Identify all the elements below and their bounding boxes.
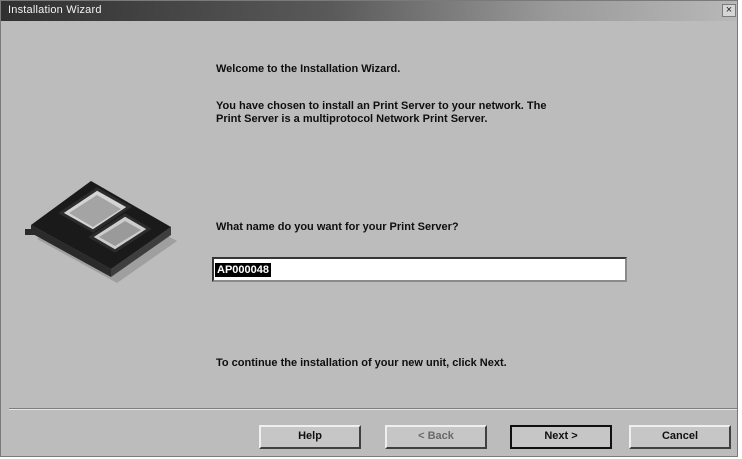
continue-hint: To continue the installation of your new…: [216, 357, 507, 369]
server-name-prompt: What name do you want for your Print Ser…: [216, 221, 459, 233]
cancel-button[interactable]: Cancel: [629, 425, 731, 449]
wizard-content: Welcome to the Installation Wizard. You …: [1, 21, 737, 411]
close-button[interactable]: ×: [722, 4, 736, 17]
welcome-heading: Welcome to the Installation Wizard.: [216, 63, 401, 75]
installation-wizard-window: Installation Wizard × Welcome to the Ins…: [0, 0, 738, 457]
next-button[interactable]: Next >: [510, 425, 612, 449]
help-button[interactable]: Help: [259, 425, 361, 449]
print-server-device-icon: [25, 181, 177, 283]
title-bar[interactable]: Installation Wizard ×: [1, 1, 737, 21]
intro-line-1: You have chosen to install an Print Serv…: [216, 100, 547, 112]
intro-line-2: Print Server is a multiprotocol Network …: [216, 113, 488, 125]
server-name-value[interactable]: AP000048: [215, 263, 271, 277]
server-name-field[interactable]: [212, 257, 627, 282]
button-divider: [9, 408, 737, 410]
window-title: Installation Wizard: [8, 4, 102, 16]
back-button[interactable]: < Back: [385, 425, 487, 449]
close-icon: ×: [725, 4, 733, 16]
intro-text: You have chosen to install an Print Serv…: [216, 100, 676, 126]
